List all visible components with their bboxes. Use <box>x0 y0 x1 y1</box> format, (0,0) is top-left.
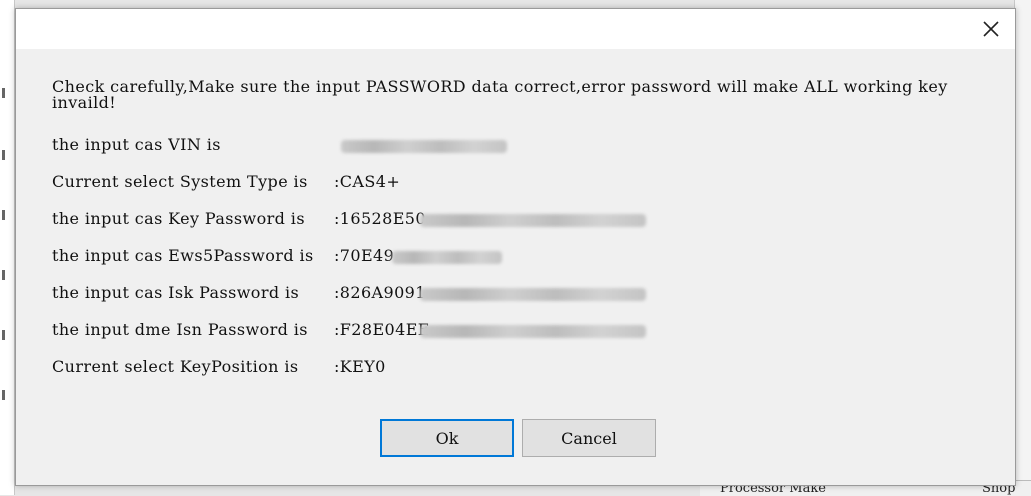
dialog-content: Check carefully,Make sure the input PASS… <box>52 77 997 375</box>
background-window-left <box>0 0 15 495</box>
background-marker <box>2 210 5 220</box>
isn-password-row: the input dme Isn Password is :F28E04EE <box>52 320 646 342</box>
password-confirm-dialog: Check carefully,Make sure the input PASS… <box>15 8 1016 486</box>
key-position-row: Current select KeyPosition is :KEY0 <box>52 357 385 379</box>
ews5-password-label: the input cas Ews5Password is <box>52 246 314 265</box>
redacted-ews5-password <box>392 251 502 264</box>
redacted-isk-password <box>420 288 646 301</box>
ok-button[interactable]: Ok <box>380 419 514 457</box>
background-marker <box>2 270 5 280</box>
system-type-label: Current select System Type is <box>52 172 308 191</box>
cancel-button[interactable]: Cancel <box>522 419 656 457</box>
background-window-right <box>1014 0 1031 495</box>
vin-label: the input cas VIN is <box>52 135 221 154</box>
redacted-key-password <box>420 214 646 227</box>
system-type-row: Current select System Type is :CAS4+ <box>52 172 400 194</box>
key-position-label: Current select KeyPosition is <box>52 357 299 376</box>
close-button[interactable] <box>975 13 1007 45</box>
key-position-value: :KEY0 <box>334 357 386 376</box>
isk-password-value: :826A9091 <box>334 283 426 302</box>
ews5-password-row: the input cas Ews5Password is :70E49 <box>52 246 502 268</box>
system-type-value: :CAS4+ <box>334 172 401 191</box>
isn-password-value: :F28E04EE <box>334 320 430 339</box>
close-icon <box>983 21 999 37</box>
dialog-titlebar <box>16 9 1015 49</box>
redacted-isn-password <box>420 325 646 338</box>
key-password-label: the input cas Key Password is <box>52 209 305 228</box>
ews5-password-value: :70E49 <box>334 246 395 265</box>
key-password-value: :16528E50 <box>334 209 426 228</box>
vin-row: the input cas VIN is <box>52 135 507 157</box>
redacted-vin <box>341 140 507 153</box>
isk-password-row: the input cas Isk Password is :826A9091 <box>52 283 646 305</box>
background-marker <box>2 150 5 160</box>
background-marker <box>2 390 5 400</box>
background-marker <box>2 88 5 98</box>
isn-password-label: the input dme Isn Password is <box>52 320 308 339</box>
warning-message: Check carefully,Make sure the input PASS… <box>52 77 948 112</box>
key-password-row: the input cas Key Password is :16528E50 <box>52 209 646 231</box>
isk-password-label: the input cas Isk Password is <box>52 283 300 302</box>
background-marker <box>2 330 5 340</box>
